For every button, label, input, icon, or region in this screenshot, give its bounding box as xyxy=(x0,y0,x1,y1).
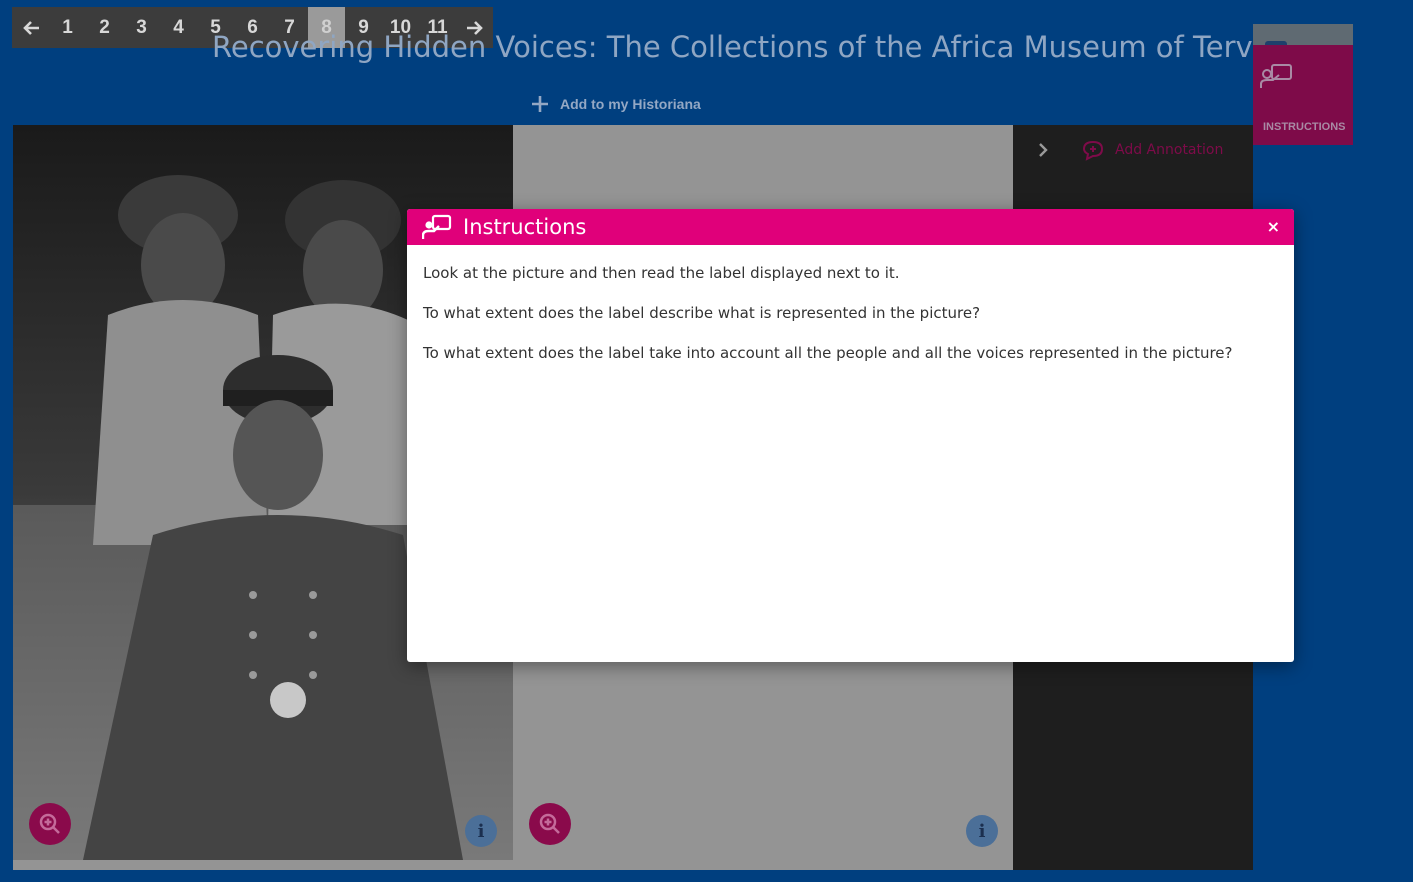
presenter-icon xyxy=(1260,64,1292,88)
instructions-tab[interactable]: INSTRUCTIONS xyxy=(1253,45,1353,145)
modal-body: Look at the picture and then read the la… xyxy=(407,245,1294,363)
comment-plus-icon xyxy=(1082,140,1104,161)
zoom-in-button-right[interactable] xyxy=(529,803,571,845)
page-title: Recovering Hidden Voices: The Collection… xyxy=(212,30,1319,64)
add-annotation-label: Add Annotation xyxy=(1115,142,1224,158)
modal-header: Instructions × xyxy=(407,209,1294,245)
info-button-left[interactable]: i xyxy=(465,815,497,847)
page-button-3[interactable]: 3 xyxy=(123,7,160,48)
instruction-text: Look at the picture and then read the la… xyxy=(423,264,900,282)
add-annotation-button[interactable]: Add Annotation xyxy=(1081,139,1223,161)
plus-icon xyxy=(532,96,548,112)
zoom-in-icon xyxy=(39,813,60,834)
modal-title: Instructions xyxy=(463,215,587,239)
add-to-historiana-label: Add to my Historiana xyxy=(560,96,701,112)
instructions-tab-label: INSTRUCTIONS xyxy=(1263,121,1346,133)
info-button-right[interactable]: i xyxy=(966,815,998,847)
zoom-in-button-left[interactable] xyxy=(29,803,71,845)
add-to-historiana-button[interactable]: Add to my Historiana xyxy=(530,94,701,114)
instructions-modal: Instructions × Look at the picture and t… xyxy=(407,209,1294,662)
zoom-in-icon xyxy=(539,813,560,834)
page-button-2[interactable]: 2 xyxy=(86,7,123,48)
presenter-icon xyxy=(422,214,452,239)
side-tab-back xyxy=(1253,24,1353,46)
page-button-1[interactable]: 1 xyxy=(49,7,86,48)
image-pane-bottom-strip xyxy=(13,860,513,870)
prev-page-button[interactable] xyxy=(12,7,49,48)
page-button-4[interactable]: 4 xyxy=(160,7,197,48)
close-icon[interactable]: × xyxy=(1267,217,1280,236)
arrow-left-icon xyxy=(22,20,39,35)
chevron-right-icon[interactable] xyxy=(1035,141,1051,159)
instruction-text: To what extent does the label take into … xyxy=(423,344,1233,362)
instruction-text: To what extent does the label describe w… xyxy=(423,304,981,322)
